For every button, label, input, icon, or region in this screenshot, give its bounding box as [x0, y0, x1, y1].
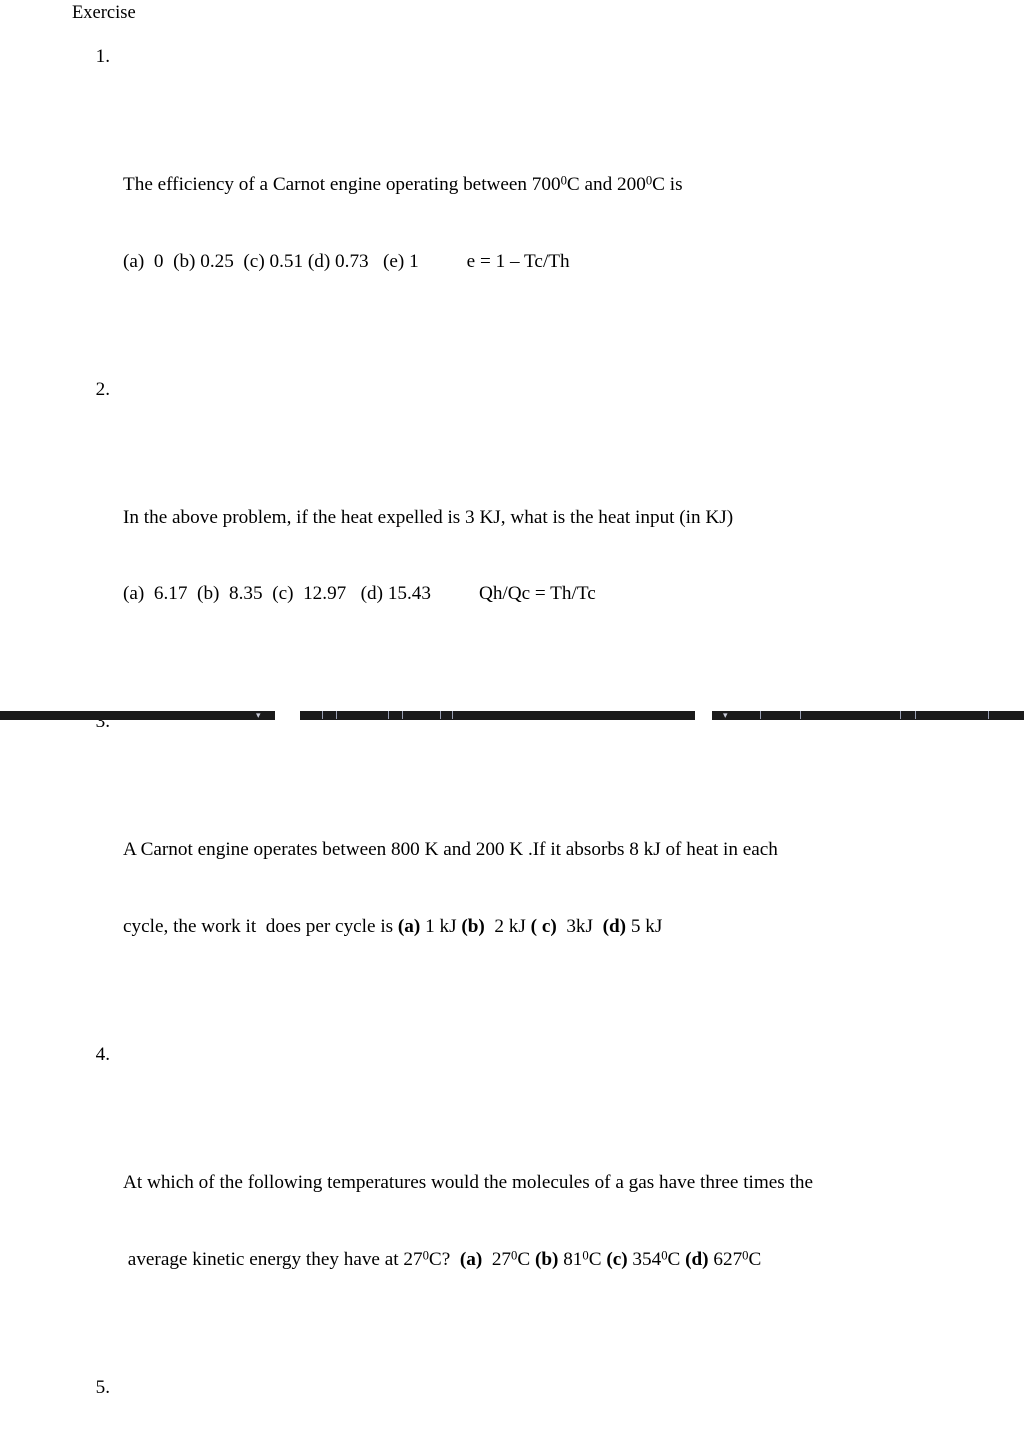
question-body-1: The efficiency of a Carnot engine operat…: [123, 121, 972, 326]
option-marker-a: (a): [459, 1248, 483, 1270]
question-body-4: At which of the following temperatures w…: [123, 1119, 972, 1324]
option-marker-c: ( c): [530, 916, 557, 938]
question-body-3: A Carnot engine operates between 800 K a…: [123, 786, 972, 991]
question-1-line-1: The efficiency of a Carnot engine operat…: [123, 173, 683, 195]
question-item-1: 1. The efficiency of a Carnot engine ope…: [72, 44, 972, 377]
strip-tick: [988, 711, 989, 719]
degree-superscript: 0: [645, 173, 653, 188]
strip-segment-right: [712, 711, 1024, 720]
option-marker-b: (b): [534, 1248, 559, 1270]
option-marker-b: (b): [461, 916, 485, 938]
question-2-line-1: In the above problem, if the heat expell…: [123, 506, 734, 528]
option-marker-d: (d): [685, 1248, 709, 1270]
degree-superscript: 0: [511, 1248, 518, 1263]
question-item-5: 5. Which of the following engines is the…: [72, 1375, 972, 1440]
option-marker-d: (d): [602, 916, 627, 938]
degree-superscript: 0: [422, 1248, 429, 1263]
strip-tick: [915, 711, 916, 719]
exercise-question-list: 1. The efficiency of a Carnot engine ope…: [72, 44, 972, 1440]
question-number-4: 4.: [95, 1044, 110, 1066]
page-title: Exercise: [72, 3, 136, 23]
strip-tick: [402, 711, 403, 719]
question-number-5: 5.: [95, 1376, 110, 1398]
question-1-line-2: (a) 0 (b) 0.25 (c) 0.51 (d) 0.73 (e) 1 e…: [123, 250, 570, 272]
question-item-4: 4. At which of the following temperature…: [72, 1042, 972, 1375]
degree-superscript: 0: [582, 1248, 589, 1263]
question-3-line-1: A Carnot engine operates between 800 K a…: [123, 839, 778, 861]
strip-tick: [440, 711, 441, 719]
strip-tick: [900, 711, 901, 719]
question-body-2: In the above problem, if the heat expell…: [123, 454, 972, 659]
question-3-line-2: cycle, the work it does per cycle is (a)…: [123, 916, 663, 938]
strip-tick: [800, 711, 801, 719]
chevron-down-icon[interactable]: ▾: [256, 711, 261, 720]
question-item-3: 3. A Carnot engine operates between 800 …: [72, 709, 972, 1042]
strip-tick: [452, 711, 453, 719]
bottom-toolbar-strip: ▾ ▾: [0, 708, 1024, 720]
question-number-2: 2.: [95, 378, 110, 400]
document-page: Exercise 1. The efficiency of a Carnot e…: [0, 0, 1024, 1398]
question-number-1: 1.: [95, 46, 110, 67]
strip-tick: [322, 711, 323, 719]
question-4-line-2: average kinetic energy they have at 270C…: [123, 1248, 762, 1270]
strip-tick: [388, 711, 389, 719]
strip-segment-mid: [300, 711, 695, 720]
question-4-line-1: At which of the following temperatures w…: [123, 1172, 814, 1194]
option-marker-a: (a): [397, 916, 421, 938]
strip-tick: [760, 711, 761, 719]
strip-tick: [336, 711, 337, 719]
option-marker-c: (c): [606, 1248, 628, 1270]
strip-segment-left: [0, 711, 275, 720]
degree-superscript: 0: [742, 1248, 749, 1263]
degree-superscript: 0: [560, 173, 567, 188]
question-2-line-2: (a) 6.17 (b) 8.35 (c) 12.97 (d) 15.43 Qh…: [123, 583, 596, 605]
chevron-down-icon[interactable]: ▾: [723, 711, 728, 720]
degree-superscript: 0: [661, 1248, 668, 1263]
question-item-2: 2. In the above problem, if the heat exp…: [72, 377, 972, 710]
